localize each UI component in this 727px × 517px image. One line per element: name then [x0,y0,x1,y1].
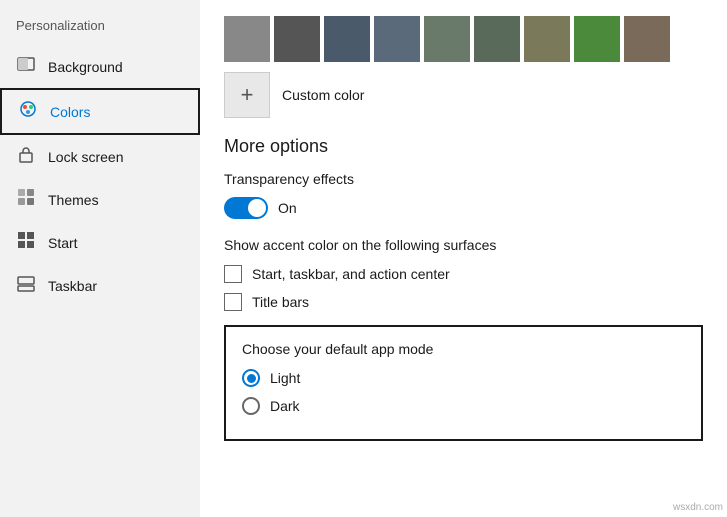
custom-color-label: Custom color [282,87,364,103]
app-mode-box: Choose your default app mode Light Dark [224,325,703,441]
background-icon [16,55,36,78]
checkbox-row-titlebars[interactable]: Title bars [224,293,703,311]
custom-color-button[interactable]: + Custom color [224,72,703,118]
sidebar-item-themes[interactable]: Themes [0,178,200,221]
color-swatches-top [224,16,703,62]
sidebar-item-start[interactable]: Start [0,221,200,264]
radio-dark-label: Dark [270,398,300,414]
checkbox-titlebars[interactable] [224,293,242,311]
toggle-knob [248,199,266,217]
swatch-8[interactable] [574,16,620,62]
sidebar-item-background[interactable]: Background [0,45,200,88]
checkbox-start-label: Start, taskbar, and action center [252,266,450,282]
app-mode-title: Choose your default app mode [242,341,685,357]
watermark: wsxdn.com [673,502,723,513]
transparency-toggle[interactable] [224,197,268,219]
themes-icon [16,188,36,211]
sidebar-item-taskbar-label: Taskbar [48,278,97,294]
swatch-1[interactable] [224,16,270,62]
radio-light-label: Light [270,370,300,386]
transparency-label: Transparency effects [224,171,703,187]
sidebar-item-colors[interactable]: Colors [0,88,200,135]
checkbox-titlebars-label: Title bars [252,294,309,310]
sidebar-item-start-label: Start [48,235,78,251]
toggle-row: On [224,197,703,219]
swatch-6[interactable] [474,16,520,62]
swatch-7[interactable] [524,16,570,62]
custom-color-box: + [224,72,270,118]
radio-dark-outer[interactable] [242,397,260,415]
sidebar-item-taskbar[interactable]: Taskbar [0,264,200,307]
checkbox-start[interactable] [224,265,242,283]
sidebar-item-colors-label: Colors [50,104,90,120]
sidebar-item-themes-label: Themes [48,192,99,208]
swatch-5[interactable] [424,16,470,62]
swatch-3[interactable] [324,16,370,62]
toggle-on-label: On [278,200,297,216]
colors-icon [18,100,38,123]
taskbar-icon [16,274,36,297]
swatch-2[interactable] [274,16,320,62]
sidebar: Personalization Background Colors [0,0,200,517]
sidebar-item-lockscreen-label: Lock screen [48,149,123,165]
checkbox-row-start[interactable]: Start, taskbar, and action center [224,265,703,283]
radio-light[interactable]: Light [242,369,685,387]
sidebar-title: Personalization [0,10,200,45]
app-container: Personalization Background Colors [0,0,727,517]
start-icon [16,231,36,254]
swatch-9[interactable] [624,16,670,62]
radio-light-outer[interactable] [242,369,260,387]
more-options-title: More options [224,136,703,157]
sidebar-item-lockscreen[interactable]: Lock screen [0,135,200,178]
plus-icon: + [241,84,254,106]
show-accent-label: Show accent color on the following surfa… [224,237,703,253]
radio-dark[interactable]: Dark [242,397,685,415]
lockscreen-icon [16,145,36,168]
swatch-4[interactable] [374,16,420,62]
radio-light-inner [247,374,256,383]
sidebar-item-background-label: Background [48,59,123,75]
main-content: + Custom color More options Transparency… [200,0,727,517]
